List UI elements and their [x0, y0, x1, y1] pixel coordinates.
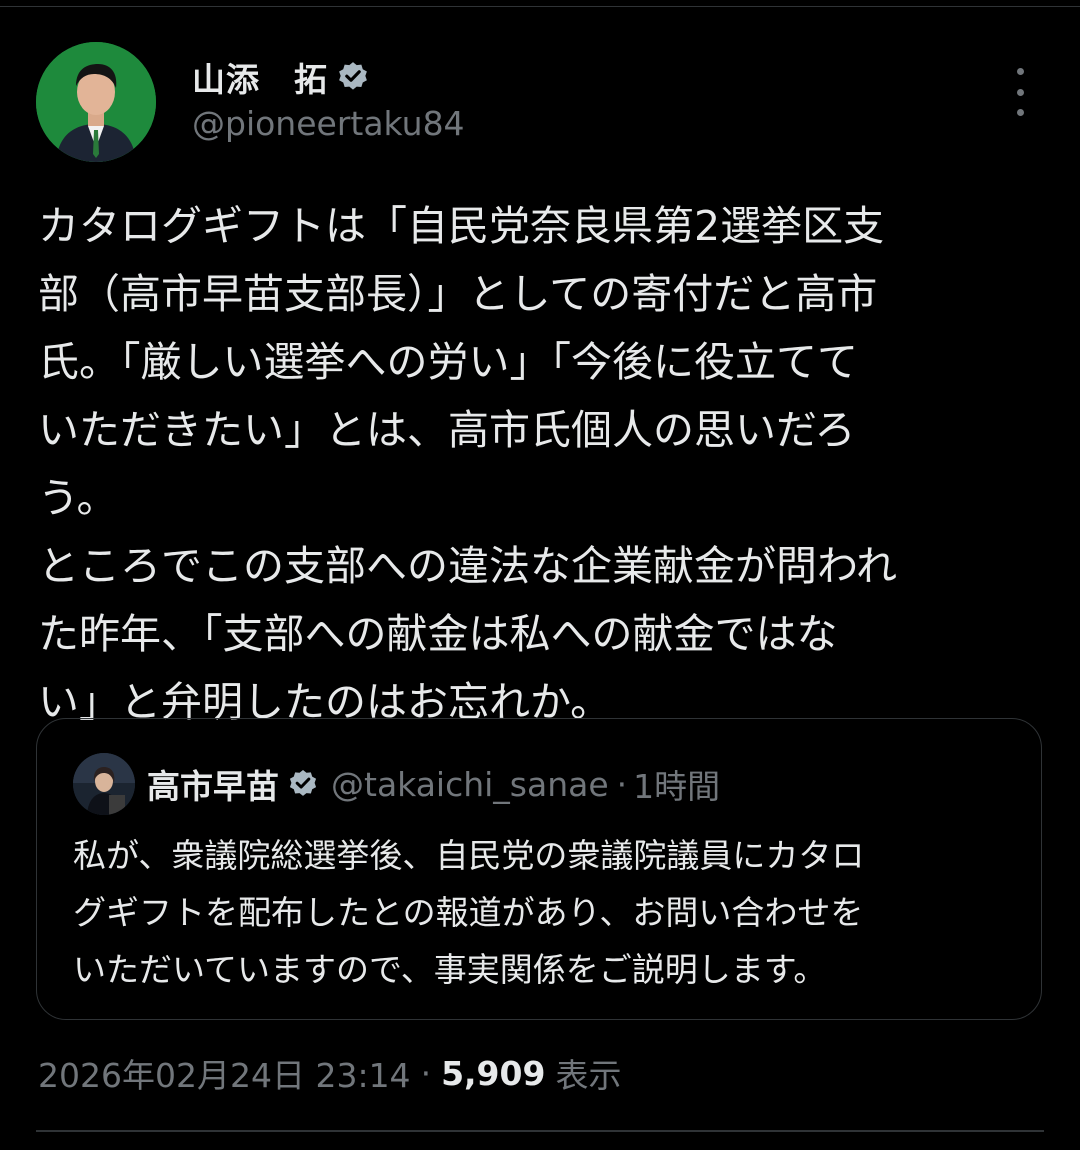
- verified-badge-icon: [336, 60, 370, 94]
- more-options-button[interactable]: [1004, 68, 1036, 116]
- quote-header: 高市早苗 @takaichi_sanae · 1時間: [147, 759, 720, 809]
- tweet-meta-row: 2026年02月24日 23:14 · 5,909 表示: [38, 1048, 621, 1098]
- quote-separator: ·: [616, 764, 628, 804]
- bottom-divider: [36, 1130, 1044, 1132]
- quote-text-line: グギフトを配布したとの報道があり、お問い合わせを: [73, 893, 864, 932]
- quote-author-handle[interactable]: @takaichi_sanae: [331, 765, 609, 804]
- view-count-label: 表示: [555, 1056, 622, 1095]
- meta-separator: ·: [420, 1053, 432, 1093]
- quote-profile-photo-icon: [73, 753, 135, 815]
- quote-verified-badge-icon: [287, 768, 319, 800]
- tweet-text-line: う。: [38, 474, 118, 522]
- author-handle[interactable]: @pioneertaku84: [192, 104, 465, 143]
- quote-text-line: いただいていますので、事実関係をご説明します。: [73, 950, 827, 989]
- quote-author-avatar[interactable]: [73, 753, 135, 815]
- profile-photo-icon: [36, 42, 156, 162]
- quote-text-line: 私が、衆議院総選挙後、自民党の衆議院議員にカタロ: [73, 836, 865, 875]
- more-options-icon-dot: [1016, 88, 1024, 96]
- quote-author-name[interactable]: 高市早苗: [147, 760, 279, 808]
- quoted-tweet-card[interactable]: 高市早苗 @takaichi_sanae · 1時間 私が、衆議院総選挙後、自民…: [36, 718, 1042, 1020]
- tweet-text-line: いただきたい」とは、高市氏個人の思いだろ: [38, 406, 856, 454]
- more-options-icon-dot: [1016, 109, 1024, 116]
- tweet-text-line: た昨年、「支部への献金は私への献金ではな: [38, 610, 838, 658]
- tweet-text-line: 部（高市早苗支部長）」としての寄付だと高市: [38, 270, 878, 318]
- tweet-text-line: カタログギフトは「自民党奈良県第2選挙区支: [38, 202, 885, 250]
- author-avatar[interactable]: [36, 42, 156, 162]
- view-count[interactable]: 5,909: [441, 1054, 545, 1093]
- top-divider: [0, 6, 1080, 7]
- more-options-icon: [1016, 68, 1024, 75]
- author-name[interactable]: 山添 拓: [192, 53, 328, 101]
- tweet-timestamp[interactable]: 2026年02月24日 23:14: [38, 1049, 411, 1097]
- quote-text: 私が、衆議院総選挙後、自民党の衆議院議員にカタロ グギフトを配布したとの報道があ…: [73, 827, 1023, 998]
- tweet-text-line: 氏。「厳しい選挙への労い」「今後に役立てて: [38, 338, 858, 386]
- tweet-text-line: ところでこの支部への違法な企業献金が問われ: [38, 542, 897, 590]
- author-name-row[interactable]: 山添 拓: [192, 52, 370, 102]
- quote-timestamp[interactable]: 1時間: [633, 760, 720, 808]
- tweet-text: カタログギフトは「自民党奈良県第2選挙区支 部（高市早苗支部長）」としての寄付だ…: [38, 192, 1038, 736]
